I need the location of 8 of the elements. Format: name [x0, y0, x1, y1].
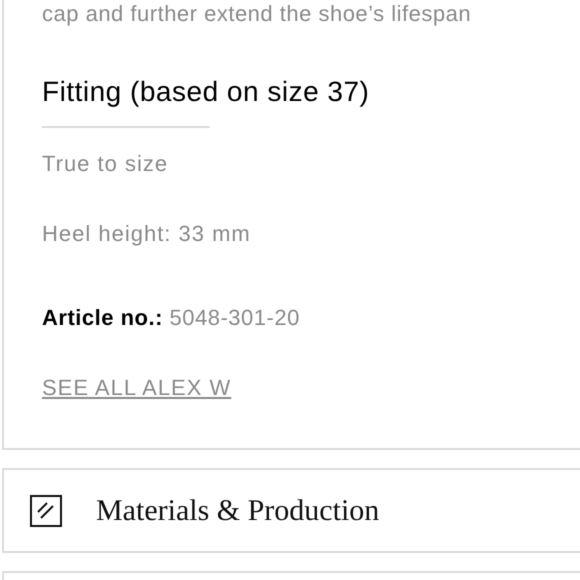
section-title: Materials & Production: [96, 493, 380, 529]
article-number: Article no.: 5048-301-20: [42, 304, 300, 332]
fitting-heading: Fitting (based on size 37): [42, 75, 370, 109]
description-text: cap and further extend the shoe’s lifespan: [42, 0, 472, 28]
hatched-square-icon: [30, 494, 62, 526]
accordion-header[interactable]: Materials & Production: [2, 468, 580, 553]
fitting-text: True to size: [42, 150, 168, 178]
fitting-text: Heel height: 33 mm: [42, 220, 251, 248]
